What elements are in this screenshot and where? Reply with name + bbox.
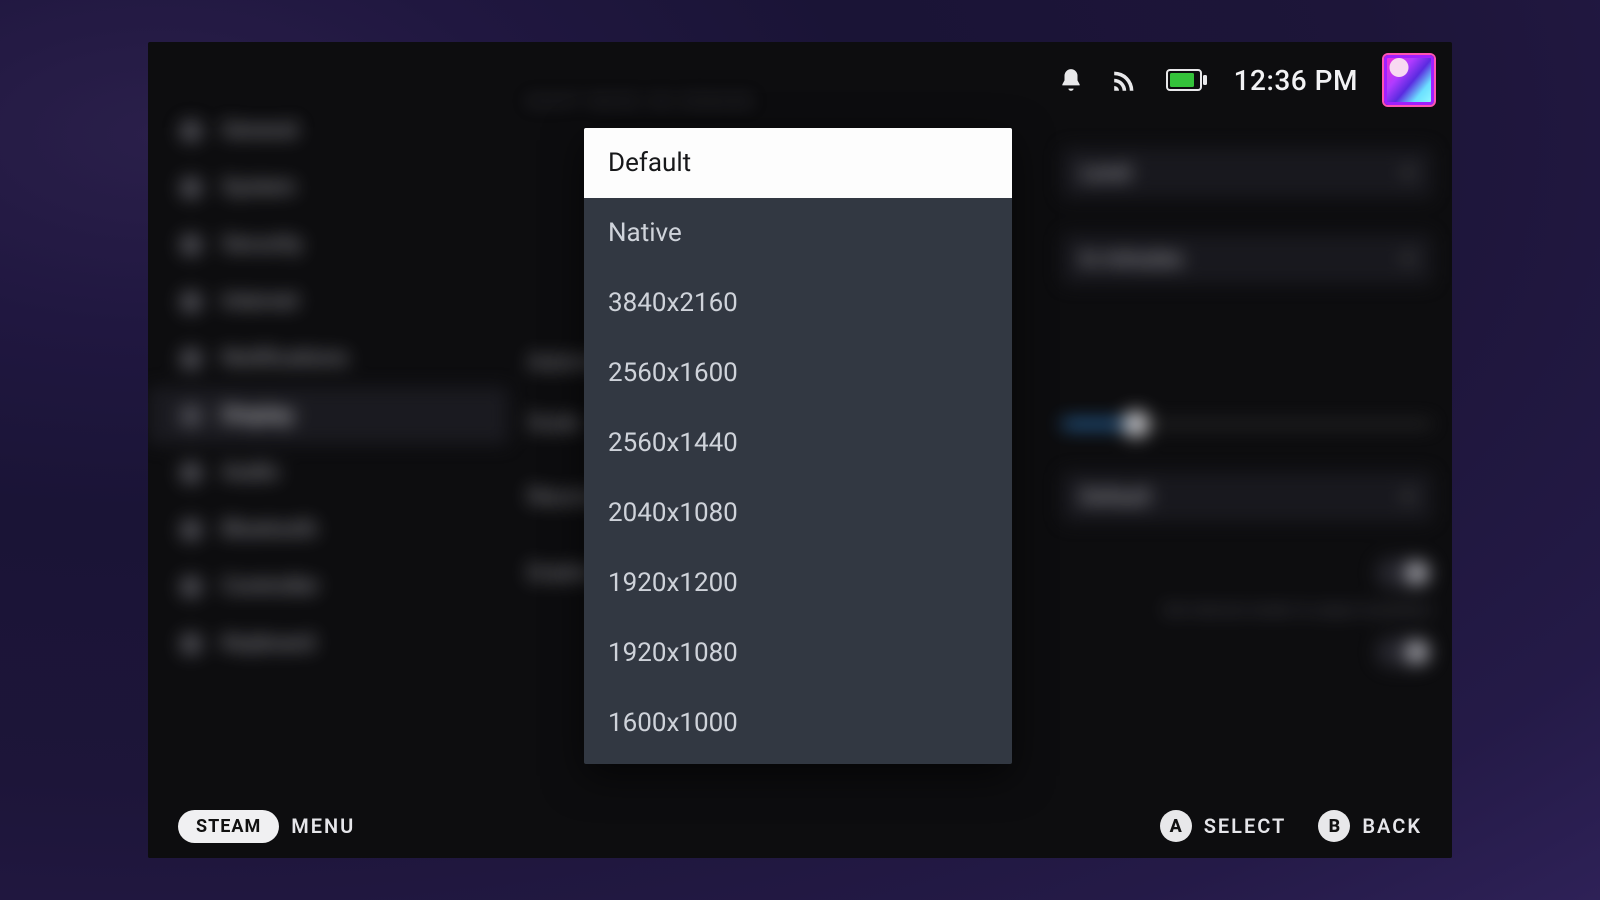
sidebar-item-label: Bluetooth [222,517,317,542]
sidebar-item-label: General [222,118,298,143]
popup-option-native[interactable]: Native [584,198,1012,268]
chevron-down-icon: ▾ [1403,247,1414,272]
popup-option-2560x1600[interactable]: 2560x1600 [584,338,1012,408]
popup-option-2560x1440[interactable]: 2560x1440 [584,408,1012,478]
sidebar-item-bluetooth[interactable]: Bluetooth [148,501,508,558]
select-label: SELECT [1204,814,1287,838]
sidebar-item-general[interactable]: General [148,102,508,159]
popup-option-1920x1200[interactable]: 1920x1200 [584,548,1012,618]
resolution-dropdown[interactable]: Default▾ [1062,472,1432,522]
sidebar-item-internet[interactable]: Internet [148,273,508,330]
sidebar-item-label: Keyboard [222,631,315,656]
scale-slider[interactable] [1062,421,1432,427]
toggle[interactable] [1376,558,1432,588]
bell-icon[interactable] [1058,66,1084,94]
sidebar-item-label: Security [222,232,302,257]
sidebar-item-label: Controller [222,574,319,599]
resolution-popup: Default Native 3840x2160 2560x1600 2560x… [584,128,1012,764]
wifi-icon[interactable] [1110,68,1140,92]
sidebar-item-system[interactable]: System [148,159,508,216]
sidebar-item-audio[interactable]: Audio [148,444,508,501]
battery-icon [1166,69,1208,91]
footer-bar: STEAM MENU A SELECT B BACK [148,794,1452,858]
popup-option-3840x2160[interactable]: 3840x2160 [584,268,1012,338]
menu-label: MENU [291,814,355,838]
toggle[interactable] [1376,637,1432,667]
sidebar-item-label: Display [222,403,294,428]
steam-settings-window: 12:36 PM General System Security Interne… [148,42,1452,858]
sidebar-item-controller[interactable]: Controller [148,558,508,615]
sidebar-item-label: Notifications [222,346,348,371]
sidebar-item-security[interactable]: Security [148,216,508,273]
sidebar-item-display[interactable]: Display [148,387,508,444]
sidebar-item-label: System [222,175,296,200]
row-label: Scale [528,411,582,436]
chevron-down-icon: ▾ [1403,161,1414,186]
sidebar-item-label: Audio [222,460,279,485]
steam-button[interactable]: STEAM [178,810,279,843]
popup-option-1920x1080[interactable]: 1920x1080 [584,618,1012,688]
sidebar-item-keyboard[interactable]: Keyboard [148,615,508,672]
popup-option-2040x1080[interactable]: 2040x1080 [584,478,1012,548]
popup-option-1600x1000[interactable]: 1600x1000 [584,688,1012,758]
a-button-icon[interactable]: A [1160,810,1192,842]
avatar[interactable] [1384,55,1434,105]
dropdown[interactable]: In minutes▾ [1062,234,1432,284]
chevron-down-icon: ▾ [1403,485,1414,510]
sidebar-item-notifications[interactable]: Notifications [148,330,508,387]
b-button-icon[interactable]: B [1318,810,1350,842]
back-label: BACK [1362,814,1422,838]
status-bar: 12:36 PM [1058,54,1434,106]
popup-option-default[interactable]: Default [584,128,1012,198]
sidebar-item-label: Internet [222,289,299,314]
clock: 12:36 PM [1234,64,1358,97]
dropdown[interactable]: Level▾ [1062,148,1432,198]
settings-sidebar: General System Security Internet Notific… [148,102,508,672]
slider-thumb[interactable] [1123,411,1149,437]
